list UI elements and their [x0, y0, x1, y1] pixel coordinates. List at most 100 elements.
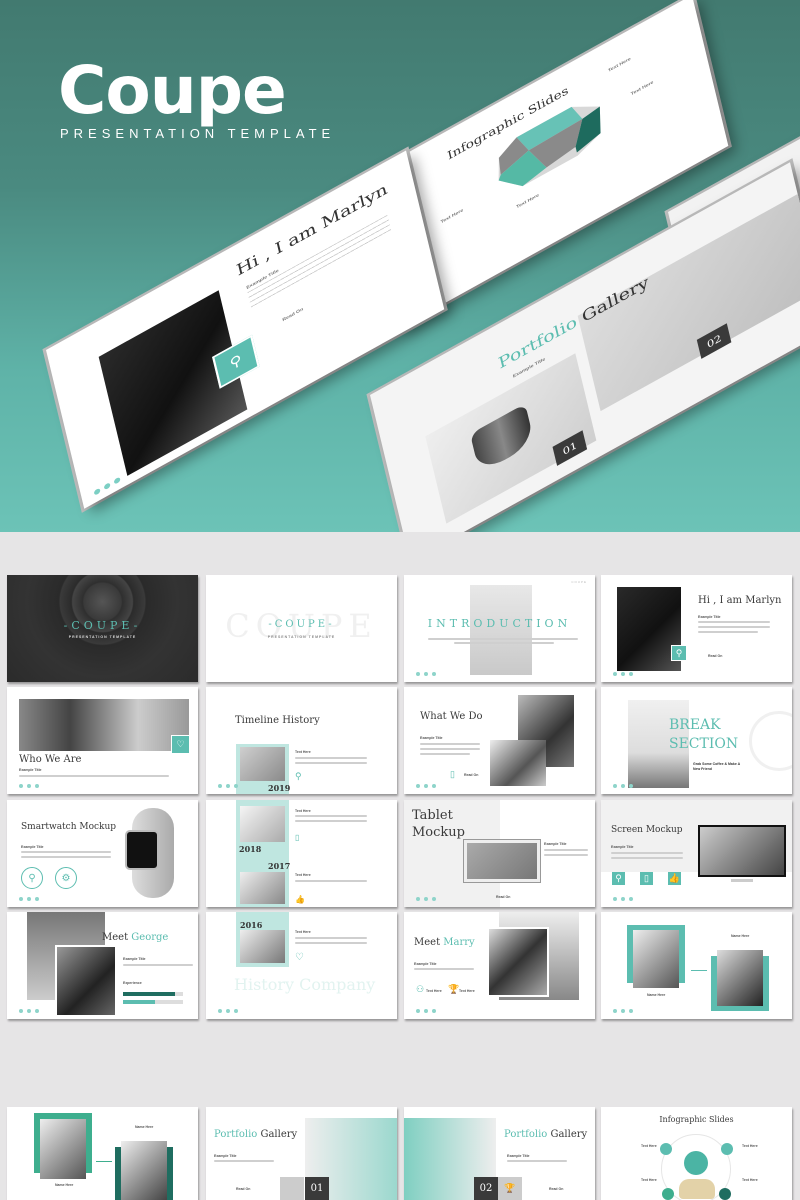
- marlyn-example: Example Title: [698, 615, 721, 619]
- slide-pagination-dots: [613, 672, 633, 676]
- office-building-photo: [240, 872, 285, 904]
- read-on-link[interactable]: Read On: [236, 1187, 250, 1191]
- person-name-1: Name Here: [647, 993, 666, 997]
- slide-screen[interactable]: Screen Mockup Example Title ⚲ ▯ 👍: [601, 800, 792, 907]
- what-title: What We Do: [420, 711, 483, 722]
- title-accent: Portfolio: [504, 1129, 548, 1140]
- slide-team-pair[interactable]: Name Here Name Here: [601, 912, 792, 1019]
- skill-bar-2: [123, 1000, 183, 1004]
- timeline-label: Text Here: [295, 930, 311, 934]
- body-line: [698, 621, 770, 623]
- read-on-link[interactable]: Read On: [708, 654, 722, 658]
- man-photo: [19, 699, 189, 751]
- phone-icon: ▯: [450, 769, 455, 779]
- body-line: [611, 852, 683, 854]
- slide-timeline-2018[interactable]: 2018 2017 Text Here ▯ Text Here 👍: [206, 800, 397, 907]
- woman-portrait: [717, 950, 763, 1006]
- title-accent: Portfolio: [214, 1129, 258, 1140]
- node-bottom-right: [719, 1188, 731, 1200]
- icon-label-2: Text Here: [459, 989, 475, 993]
- slide-pagination-dots: [19, 784, 39, 788]
- tablet-title-2: Mockup: [412, 825, 465, 840]
- slide-team-pair-2[interactable]: Name Here Name Here: [7, 1107, 198, 1200]
- slide-cover-light[interactable]: COUPE -COUPE- PRESENTATION TEMPLATE: [206, 575, 397, 682]
- monitor-stand: [731, 879, 753, 882]
- skill-bar-1: [123, 992, 183, 996]
- slide-who-we-are[interactable]: ♡ Who We Are Example Title: [7, 687, 198, 794]
- slide-marlyn[interactable]: ⚲ Hi , I am Marlyn Example Title Read On: [601, 575, 792, 682]
- slide-thumbnail-grid: -COUPE- PRESENTATION TEMPLATE COUPE -COU…: [0, 0, 800, 1200]
- phone-icon: ▯: [640, 872, 653, 885]
- slide-break-section[interactable]: BREAK SECTION Grab Some Coffee & Make A …: [601, 687, 792, 794]
- person-name-1: Name Here: [55, 1183, 74, 1187]
- marry-photo: [487, 927, 549, 997]
- title-rest: Gallery: [260, 1129, 298, 1140]
- watch-face: [125, 830, 159, 870]
- body-line: [295, 880, 367, 882]
- trophy-icon: 🏆: [448, 984, 460, 994]
- connector-line: [691, 970, 707, 971]
- slide-timeline-2016[interactable]: 2016 Text Here ♡ History Company: [206, 912, 397, 1019]
- museum-photo: [240, 930, 285, 963]
- skill-bar-2-fill: [123, 1000, 156, 1004]
- slide-portfolio-01[interactable]: Portfolio Gallery Example Title Read On …: [206, 1107, 397, 1200]
- slide-portfolio-02[interactable]: 02 🏆 Portfolio Gallery Example Title Rea…: [404, 1107, 595, 1200]
- medal-icon: ⚇: [416, 984, 425, 994]
- search-icon: ⚲: [21, 867, 43, 889]
- body-line: [295, 762, 367, 764]
- slide-timeline-2019[interactable]: Timeline History 2019 Text Here ⚲: [206, 687, 397, 794]
- tablet-example: Example Title: [544, 842, 567, 846]
- woman-portrait: [40, 1119, 86, 1179]
- person-name-2: Name Here: [731, 934, 750, 938]
- body-line: [295, 937, 367, 939]
- monitor-screen: [698, 825, 786, 877]
- slide-pagination-dots: [416, 672, 436, 676]
- body-line: [698, 631, 758, 633]
- timeline-label-2: Text Here: [295, 873, 311, 877]
- slide-pagination-dots: [19, 1009, 39, 1013]
- slide-what-we-do[interactable]: What We Do Example Title ▯ Read On: [404, 687, 595, 794]
- person-name-2: Name Here: [135, 1125, 154, 1129]
- screen-example: Example Title: [611, 845, 634, 849]
- read-on-link[interactable]: Read On: [464, 773, 478, 777]
- number-badge: 01: [305, 1177, 329, 1200]
- body-line: [420, 743, 480, 745]
- info-label-2: Text Here: [742, 1144, 758, 1148]
- george-photo: [55, 945, 117, 1017]
- break-caption: Grab Some Coffee & Make A New Friend: [693, 762, 741, 771]
- george-example: Example Title: [123, 957, 146, 961]
- body-line: [544, 854, 588, 856]
- slide-marry[interactable]: Meet Marry Example Title ⚇ Text Here 🏆 T…: [404, 912, 595, 1019]
- search-icon: ⚲: [612, 872, 625, 885]
- heart-icon: ♡: [295, 952, 304, 963]
- portfolio-title: Portfolio Gallery: [504, 1129, 587, 1140]
- title-part-2: Marry: [443, 937, 475, 948]
- slide-cover-dark[interactable]: -COUPE- PRESENTATION TEMPLATE: [7, 575, 198, 682]
- timeline-label: Text Here: [295, 750, 311, 754]
- slide-introduction[interactable]: INTRODUCTION COUPE: [404, 575, 595, 682]
- desk-photo: [490, 740, 546, 786]
- phone-icon: ▯: [295, 833, 300, 842]
- number-badge: 02: [474, 1177, 498, 1200]
- body-line: [420, 753, 470, 755]
- screen-title: Screen Mockup: [611, 825, 683, 835]
- read-on-link[interactable]: Read On: [549, 1187, 563, 1191]
- intro-body-line: [454, 642, 554, 644]
- cover-title: -COUPE-: [268, 619, 335, 630]
- body-line: [214, 1160, 274, 1162]
- slide-pagination-dots: [613, 897, 633, 901]
- slide-smartwatch[interactable]: Smartwatch Mockup Example Title ⚲ ⚙: [7, 800, 198, 907]
- tablet-title-1: Tablet: [412, 808, 453, 823]
- body-line: [507, 1160, 567, 1162]
- intro-title: INTRODUCTION: [427, 617, 572, 630]
- timeline-title: Timeline History: [235, 715, 320, 726]
- body-line: [295, 757, 367, 759]
- slide-pagination-dots: [416, 784, 436, 788]
- node-bottom-left: [662, 1188, 674, 1200]
- slide-infographic[interactable]: Infographic Slides Text Here Text Here T…: [601, 1107, 792, 1200]
- slide-george[interactable]: Meet George Example Title Experience: [7, 912, 198, 1019]
- search-icon: ⚲: [671, 645, 687, 661]
- node-top-right: [721, 1143, 733, 1155]
- read-on-link[interactable]: Read On: [496, 895, 510, 899]
- slide-tablet[interactable]: Tablet Mockup Example Title Read On: [404, 800, 595, 907]
